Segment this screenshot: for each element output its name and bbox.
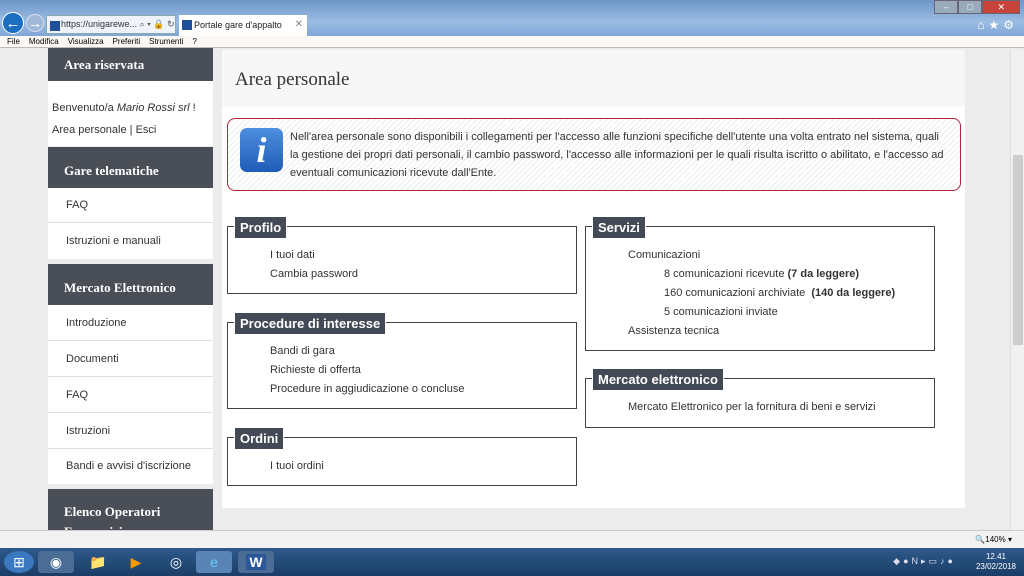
sidebar-header-mercato-elettronico: Mercato Elettronico (48, 264, 213, 305)
archiviate-label: 160 comunicazioni archiviate (664, 287, 812, 299)
link-comunicazioni-inviate[interactable]: 5 comunicazioni inviate (628, 303, 895, 322)
vertical-scrollbar[interactable] (1010, 50, 1024, 530)
system-tray[interactable]: ◆●N▸▭♪● (893, 556, 956, 567)
section-profilo: Profilo I tuoi dati Cambia password (227, 216, 577, 294)
ricevute-label: 8 comunicazioni ricevute (664, 268, 788, 280)
main-content: Area personale i Nell'area personale son… (222, 50, 965, 508)
link-comunicazioni-ricevute[interactable]: 8 comunicazioni ricevute (7 da leggere) (628, 265, 895, 284)
close-tab-icon[interactable]: ✕ (295, 15, 303, 35)
back-button[interactable]: ← (2, 12, 24, 34)
menu-preferiti[interactable]: Preferiti (113, 37, 141, 46)
link-area-personale[interactable]: Area personale (52, 124, 127, 136)
tab-favicon-icon (182, 20, 192, 30)
section-title: Procedure di interesse (234, 312, 387, 335)
clock[interactable]: 12.41 23/02/2018 (976, 552, 1016, 572)
link-tuoi-dati[interactable]: I tuoi dati (270, 246, 358, 265)
section-servizi: Servizi Comunicazioni 8 comunicazioni ri… (585, 216, 935, 351)
section-mercato-elettronico: Mercato elettronico Mercato Elettronico … (585, 368, 935, 428)
menu-help[interactable]: ? (192, 37, 196, 46)
section-procedure: Procedure di interesse Bandi di gara Ric… (227, 312, 577, 409)
scrollbar-thumb[interactable] (1013, 155, 1023, 345)
link-mercato-fornitura[interactable]: Mercato Elettronico per la fornitura di … (628, 398, 876, 417)
sidebar-item-faq[interactable]: FAQ (48, 188, 213, 223)
start-button[interactable]: ⊞ (4, 551, 34, 573)
tab-title: Portale gare d'appalto (194, 20, 282, 30)
menu-modifica[interactable]: Modifica (29, 37, 59, 46)
section-ordini: Ordini I tuoi ordini (227, 427, 577, 486)
welcome-end: ! (189, 102, 196, 114)
link-esci[interactable]: Esci (136, 124, 157, 136)
separator: | (126, 124, 136, 136)
sidebar-header-elenco-operatori: Elenco Operatori Economici (48, 489, 213, 530)
sidebar-item-documenti[interactable]: Documenti (48, 341, 213, 377)
search-icon[interactable]: ⌕ ▾ 🔒 ↻ (140, 19, 175, 29)
sidebar-item-istruzioni-manuali[interactable]: Istruzioni e manuali (48, 223, 213, 259)
restore-button[interactable]: □ (958, 0, 983, 14)
sidebar-item-istruzioni[interactable]: Istruzioni (48, 413, 213, 449)
menu-strumenti[interactable]: Strumenti (149, 37, 183, 46)
welcome-text: Benvenuto/a (52, 102, 117, 114)
link-assistenza-tecnica[interactable]: Assistenza tecnica (628, 322, 895, 341)
link-tuoi-ordini[interactable]: I tuoi ordini (270, 457, 324, 476)
link-richieste-offerta[interactable]: Richieste di offerta (270, 361, 464, 380)
menu-visualizza[interactable]: Visualizza (68, 37, 104, 46)
window-controls: – □ ✕ (934, 0, 1020, 14)
favorites-star-icon[interactable]: ★ (988, 18, 1003, 32)
close-window-button[interactable]: ✕ (982, 0, 1020, 14)
sidebar-item-faq-mercato[interactable]: FAQ (48, 377, 213, 413)
word-icon[interactable]: W (238, 551, 274, 573)
zoom-level[interactable]: 140% (985, 535, 1005, 544)
page-title: Area personale (222, 50, 965, 107)
browser-tools: ⌂★⚙ (977, 18, 1018, 32)
link-comunicazioni-archiviate[interactable]: 160 comunicazioni archiviate (140 da leg… (628, 284, 895, 303)
chrome-icon[interactable]: ◎ (158, 551, 194, 573)
taskbar: ⊞ ◉ 📁 ▶ ◎ e W ◆●N▸▭♪● 12.41 23/02/2018 (0, 548, 1024, 576)
zoom-icon: 🔍 (975, 535, 986, 544)
link-bandi-gara[interactable]: Bandi di gara (270, 342, 464, 361)
clock-date: 23/02/2018 (975, 562, 1016, 571)
sidebar-item-introduzione[interactable]: Introduzione (48, 305, 213, 341)
section-title: Mercato elettronico (592, 368, 724, 391)
info-text: Nell'area personale sono disponibili i c… (290, 131, 944, 179)
menu-file[interactable]: File (7, 37, 20, 46)
internet-explorer-icon[interactable]: e (196, 551, 232, 573)
minimize-button[interactable]: – (934, 0, 959, 14)
menu-bar: File Modifica Visualizza Preferiti Strumenti… (0, 36, 1024, 48)
taskbar-app-icon[interactable]: ◉ (38, 551, 74, 573)
forward-button[interactable]: → (26, 14, 44, 32)
link-procedure-aggiudicazione[interactable]: Procedure in aggiudicazione o concluse (270, 380, 464, 399)
folder-icon[interactable]: 📁 (80, 551, 116, 573)
archiviate-unread: (140 da leggere) (811, 287, 896, 299)
clock-time: 12.41 (985, 552, 1006, 561)
sidebar-header-area-riservata: Area riservata (48, 48, 213, 81)
media-player-icon[interactable]: ▶ (118, 551, 154, 573)
home-icon[interactable]: ⌂ (977, 18, 988, 32)
address-bar[interactable]: https://unigarewe... ⌕ ▾ 🔒 ↻ (46, 15, 176, 34)
gear-icon[interactable]: ⚙ (1003, 18, 1018, 32)
info-box: i Nell'area personale sono disponibili i… (227, 118, 961, 191)
section-title: Servizi (592, 216, 646, 239)
link-cambia-password[interactable]: Cambia password (270, 265, 358, 284)
link-comunicazioni[interactable]: Comunicazioni (628, 246, 895, 265)
address-text: https://unigarewe... (61, 19, 138, 29)
site-favicon-icon (50, 21, 60, 31)
browser-tab[interactable]: Portale gare d'appalto ✕ (179, 15, 307, 36)
section-title: Ordini (234, 427, 285, 450)
user-name: Mario Rossi srl (116, 102, 190, 114)
section-title: Profilo (234, 216, 288, 239)
welcome-box: Benvenuto/a Mario Rossi srl ! Area perso… (48, 81, 213, 146)
ricevute-unread: (7 da leggere) (787, 268, 860, 280)
info-icon: i (240, 128, 283, 172)
browser-titlebar: ← → https://unigarewe... ⌕ ▾ 🔒 ↻ Portale… (0, 0, 1024, 36)
status-bar: 🔍140% ▾ (0, 530, 1024, 548)
sidebar-item-bandi-avvisi[interactable]: Bandi e avvisi d'iscrizione (48, 449, 213, 484)
sidebar-header-gare-telematiche: Gare telematiche (48, 147, 213, 188)
